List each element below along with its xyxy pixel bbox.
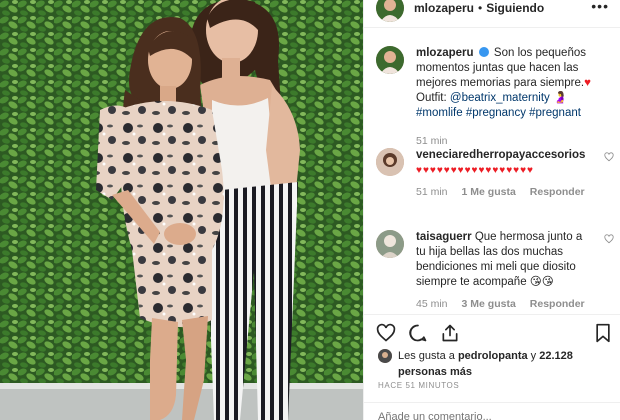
comment-meta: 51 min 1 Me gusta Responder xyxy=(416,186,614,198)
instagram-post: mlozaperu • Siguiendo ••• mlozaperu Son … xyxy=(0,0,620,420)
liker-avatar[interactable] xyxy=(378,349,392,363)
commenter-username[interactable]: taisaguerr xyxy=(416,231,472,243)
post-header: mlozaperu • Siguiendo ••• xyxy=(364,0,620,28)
reply-button[interactable]: Responder xyxy=(530,186,585,198)
comment-likes-link[interactable]: 1 Me gusta xyxy=(462,186,516,198)
comment-item: veneciaredherropayaccesorios ♥♥♥♥♥♥♥♥♥♥♥… xyxy=(376,148,614,198)
verified-badge-icon xyxy=(478,47,489,57)
comment-likes-link[interactable]: 3 Me gusta xyxy=(462,298,516,310)
pregnant-emoji: 🤰 xyxy=(552,92,568,104)
reply-button[interactable]: Responder xyxy=(530,298,585,310)
post-sidebar: mlozaperu • Siguiendo ••• mlozaperu Son … xyxy=(363,0,620,420)
share-icon[interactable] xyxy=(440,323,460,343)
post-photo[interactable] xyxy=(0,0,363,420)
following-button[interactable]: Siguiendo xyxy=(486,1,544,15)
author-avatar[interactable] xyxy=(376,0,404,22)
comment-item: taisaguerr Que hermosa junto a tu hija b… xyxy=(376,230,614,310)
outfit-handle-link[interactable]: @beatrix_maternity xyxy=(450,92,550,104)
post-timestamp[interactable]: HACE 51 MINUTOS xyxy=(378,381,459,390)
liker-username[interactable]: pedrolopanta xyxy=(458,350,528,362)
hashtags-link[interactable]: #momlife #pregnancy #pregnant xyxy=(416,107,581,119)
header-separator: • xyxy=(478,0,483,15)
caption-meta: 51 min xyxy=(416,135,614,147)
comment-meta: 45 min 3 Me gusta Responder xyxy=(416,298,614,310)
caption-time: 51 min xyxy=(416,135,448,147)
like-comment-heart-icon[interactable] xyxy=(604,152,614,162)
comments-list: mlozaperu Son los pequeños momentos junt… xyxy=(364,38,620,310)
likes-summary: Les gusta a pedrolopanta y 22.128 person… xyxy=(378,348,598,380)
caption: mlozaperu Son los pequeños momentos junt… xyxy=(376,46,614,147)
author-username[interactable]: mlozaperu xyxy=(414,1,474,15)
commenter-avatar[interactable] xyxy=(376,230,404,258)
add-comment-input[interactable] xyxy=(378,411,578,420)
post-actions xyxy=(364,314,620,348)
heart-emoji: ♥ xyxy=(584,77,591,89)
comment-time: 51 min xyxy=(416,186,448,198)
author-avatar-small[interactable] xyxy=(376,46,404,74)
bookmark-icon[interactable] xyxy=(593,323,613,343)
commenter-username[interactable]: veneciaredherropayaccesorios xyxy=(416,149,585,161)
comment-icon[interactable] xyxy=(408,323,428,343)
commenter-avatar[interactable] xyxy=(376,148,404,176)
comment-time: 45 min xyxy=(416,298,448,310)
caption-text: mlozaperu Son los pequeños momentos junt… xyxy=(416,46,594,121)
caption-username[interactable]: mlozaperu xyxy=(416,47,474,59)
comment-body: veneciaredherropayaccesorios ♥♥♥♥♥♥♥♥♥♥♥… xyxy=(416,148,594,178)
comment-body: taisaguerr Que hermosa junto a tu hija b… xyxy=(416,230,594,290)
likes-text: Les gusta a pedrolopanta y 22.128 person… xyxy=(398,348,598,380)
more-options-icon[interactable]: ••• xyxy=(591,0,609,14)
comment-hearts: ♥♥♥♥♥♥♥♥♥♥♥♥♥♥♥♥♥ xyxy=(416,165,534,176)
comment-emojis: 😘😘 xyxy=(529,276,554,288)
heart-icon[interactable] xyxy=(376,323,396,343)
outfit-label: Outfit: xyxy=(416,92,447,104)
like-comment-heart-icon[interactable] xyxy=(604,234,614,244)
likes-connector: y xyxy=(530,350,537,362)
add-comment-bar xyxy=(364,402,620,420)
likes-prefix: Les gusta a xyxy=(398,350,455,362)
